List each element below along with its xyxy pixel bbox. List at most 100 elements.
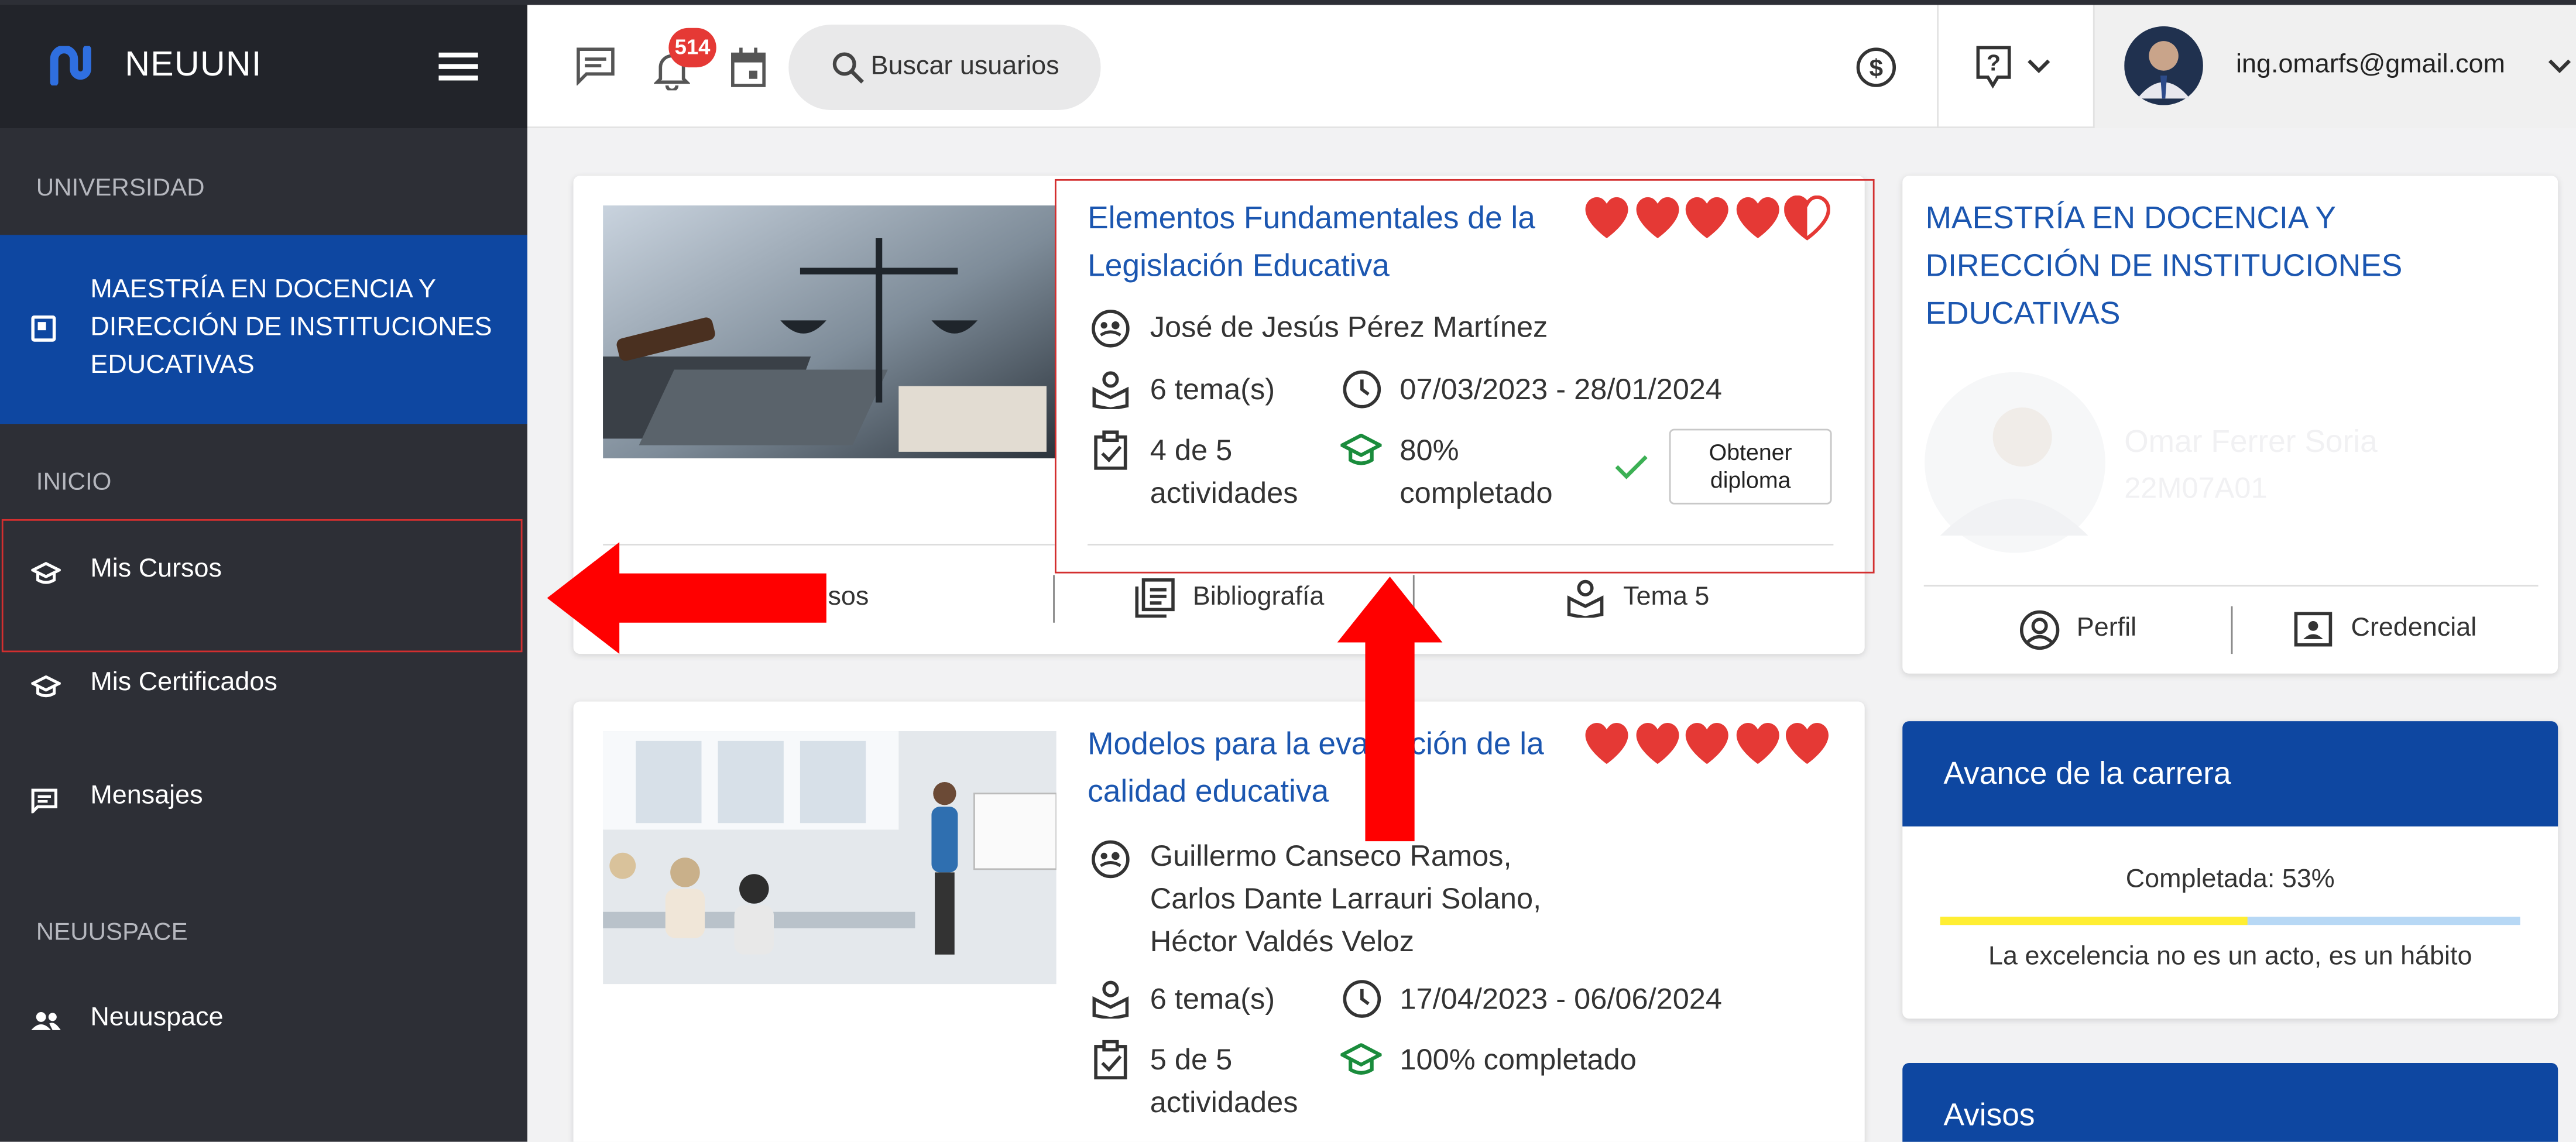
help-icon: ? — [1976, 46, 2011, 89]
hamburger-menu-icon[interactable] — [438, 51, 478, 81]
mortarboard-icon — [1340, 433, 1382, 465]
course-rating — [1584, 196, 1834, 242]
sidebar-item-neuuspace[interactable]: Neuuspace — [0, 966, 527, 1078]
arrow-left-annotation — [547, 542, 826, 654]
course-progress: 100% completado — [1400, 1043, 1637, 1076]
mortarboard-icon — [31, 675, 61, 698]
profile-program-title: MAESTRÍA EN DOCENCIA Y DIRECCIÓN DE INST… — [1925, 202, 2403, 332]
divider — [1053, 575, 1055, 623]
heart-full-icon — [1735, 197, 1779, 238]
people-icon — [31, 1011, 61, 1030]
svg-text:?: ? — [1987, 50, 2001, 76]
heart-full-icon — [1685, 197, 1728, 238]
heart-full-icon — [1785, 722, 1829, 764]
chevron-down-icon — [2028, 59, 2050, 74]
profile-link[interactable]: Perfil — [2077, 615, 2136, 644]
course-activities: 5 de 5 actividades — [1150, 1043, 1298, 1119]
sidebar-item-program[interactable]: MAESTRÍA EN DOCENCIA Y DIRECCIÓN DE INST… — [0, 235, 527, 424]
book-icon — [31, 315, 56, 342]
heart-full-icon — [1635, 197, 1679, 238]
course-rating — [1584, 721, 1834, 767]
neuuni-logo-icon[interactable] — [47, 46, 97, 85]
user-email: ing.omarfs@gmail.com — [2236, 51, 2505, 79]
course-instructor: Carlos Dante Larrauri Solano, — [1150, 882, 1542, 915]
career-quote: La excelencia no es un acto, es un hábit… — [1988, 943, 2472, 971]
activities-icon — [1094, 1040, 1127, 1080]
divider — [1088, 544, 1834, 546]
topics-icon — [1092, 980, 1129, 1019]
tab-bibliografia[interactable]: Bibliografía — [1193, 583, 1325, 613]
course-activities: 4 de 5 actividades — [1150, 433, 1298, 510]
avatar — [2124, 26, 2203, 105]
course-image-classroom[interactable] — [603, 731, 1057, 985]
search-icon — [832, 52, 864, 84]
divider — [1923, 585, 2539, 587]
credential-link[interactable]: Credencial — [2351, 615, 2477, 644]
heart-full-icon — [1685, 722, 1728, 764]
message-icon — [31, 788, 57, 814]
tab-tema-5[interactable]: Tema 5 — [1623, 583, 1709, 613]
course-instructor: José de Jesús Pérez Martínez — [1150, 310, 1548, 344]
heart-half-icon — [1784, 196, 1830, 241]
brand-name[interactable]: NEUUNI — [125, 46, 262, 85]
sidebar-item-label: Mis Certificados — [90, 668, 277, 697]
sidebar-item-label: Neuuspace — [90, 1003, 224, 1032]
course-dates: 07/03/2023 - 28/01/2024 — [1400, 373, 1723, 406]
course-progress: 80% completado — [1400, 433, 1553, 510]
profile-id: 22M07A01 — [2124, 471, 2268, 505]
user-menu-button[interactable]: ing.omarfs@gmail.com — [2093, 5, 2576, 128]
clock-icon — [1343, 980, 1381, 1018]
top-header: 514 Buscar usuarios $ ? ing.omarfs@gmail… — [527, 5, 2576, 128]
profile-name: Omar Ferrer Soria — [2124, 425, 2378, 460]
section-neuuspace: NEUUSPACE — [36, 918, 188, 946]
sidebar-item-label: Mensajes — [90, 782, 203, 810]
search-users-button[interactable]: Buscar usuarios — [788, 25, 1101, 111]
bibliography-icon — [1135, 578, 1175, 618]
heart-full-icon — [1735, 722, 1779, 764]
sidebar-item-mis-certificados[interactable]: Mis Certificados — [0, 631, 527, 743]
course-title-link[interactable]: Modelos para la evaluación de la calidad… — [1088, 721, 1580, 817]
profile-icon — [2019, 610, 2060, 650]
notification-badge: 514 — [668, 28, 716, 68]
calendar-icon[interactable] — [729, 47, 767, 88]
career-progress-bar — [1940, 917, 2520, 925]
section-inicio: INICIO — [36, 468, 112, 496]
heart-full-icon — [1585, 722, 1628, 764]
credential-icon — [2294, 612, 2333, 647]
course-image-law[interactable] — [603, 205, 1057, 459]
clock-icon — [1343, 370, 1381, 409]
topics-icon — [1092, 371, 1129, 409]
career-progress-fill — [1940, 917, 2248, 925]
course-topics: 6 tema(s) — [1150, 373, 1275, 406]
career-completed-label: Completada: 53% — [2125, 866, 2335, 894]
instructor-icon — [1092, 840, 1130, 879]
course-title-link[interactable]: Elementos Fundamentales de la Legislació… — [1088, 196, 1580, 291]
search-label: Buscar usuarios — [870, 52, 1059, 81]
check-icon — [1615, 455, 1648, 479]
brand-bar: NEUUNI — [0, 0, 527, 128]
topics-icon — [1567, 579, 1604, 618]
sidebar: NEUUNI UNIVERSIDAD MAESTRÍA EN DOCENCIA … — [0, 0, 527, 1142]
sidebar-program-label: MAESTRÍA EN DOCENCIA Y DIRECCIÓN DE INST… — [90, 276, 492, 380]
career-header: Avance de la carrera — [1902, 721, 2558, 827]
heart-full-icon — [1585, 197, 1628, 238]
instructor-icon — [1092, 310, 1130, 348]
dollar-icon[interactable]: $ — [1855, 46, 1898, 89]
course-dates: 17/04/2023 - 06/06/2024 — [1400, 982, 1723, 1016]
chevron-down-icon — [2548, 59, 2571, 74]
help-menu-button[interactable]: ? — [1937, 5, 2093, 128]
notices-title: Avisos — [1943, 1099, 2035, 1134]
course-topics: 6 tema(s) — [1150, 982, 1275, 1016]
course-instructor: Guillermo Canseco Ramos, — [1150, 839, 1512, 873]
notices-header[interactable]: Avisos — [1902, 1062, 2558, 1142]
divider — [2231, 606, 2233, 654]
heart-full-icon — [1635, 722, 1679, 764]
career-title: Avance de la carrera — [1943, 757, 2231, 792]
chat-icon[interactable] — [575, 46, 616, 85]
svg-text:$: $ — [1870, 54, 1883, 82]
sidebar-item-mensajes[interactable]: Mensajes — [0, 744, 527, 856]
mortarboard-icon — [1340, 1043, 1382, 1075]
course-instructor: Héctor Valdés Veloz — [1150, 925, 1414, 958]
profile-photo — [1925, 372, 2105, 553]
get-diploma-button[interactable]: Obtener diploma — [1669, 428, 1832, 505]
